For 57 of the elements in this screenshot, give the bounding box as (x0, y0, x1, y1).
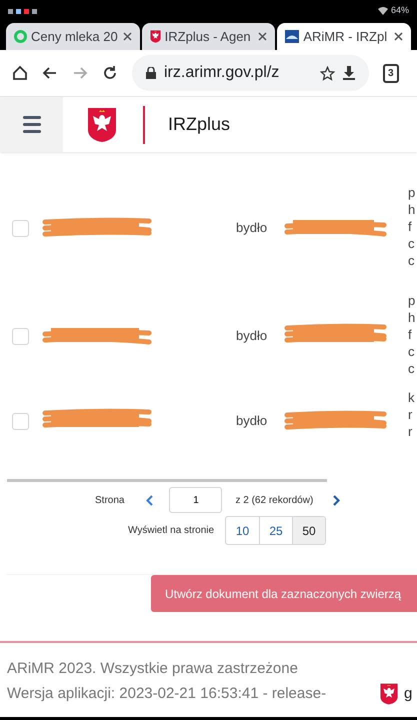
cut-cell-text: c (408, 360, 416, 377)
close-icon[interactable] (394, 32, 404, 41)
site-icon (285, 30, 300, 43)
cut-cell-text: c (408, 252, 416, 269)
cut-cell-text: c (408, 235, 416, 252)
cut-cell-text: h (408, 201, 416, 218)
page-total: z 2 (62 rekordów) (235, 494, 314, 508)
reload-icon[interactable] (102, 65, 118, 81)
cut-cell-text: f (408, 218, 413, 235)
species-cell-text: bydło (236, 327, 268, 346)
menu-button[interactable] (0, 97, 63, 152)
tab-title: IRZplus - Agen (164, 28, 252, 46)
row-checkbox[interactable] (12, 220, 29, 236)
browser-tab[interactable]: Ceny mleka 20 (6, 23, 140, 50)
cut-cell-text: p (408, 292, 416, 309)
cut-cell-text: c (408, 343, 416, 360)
emblem-icon (379, 682, 399, 704)
next-page-icon[interactable] (333, 494, 340, 506)
page-size-option[interactable]: 10 (226, 517, 260, 544)
close-icon[interactable] (122, 32, 132, 41)
star-icon[interactable] (320, 66, 335, 80)
emblem-icon (150, 30, 161, 43)
species-cell-text: bydło (236, 219, 268, 238)
lock-icon (146, 67, 156, 79)
cut-footer-text: g (404, 684, 412, 704)
cut-cell-text: k (408, 389, 416, 406)
browser-tab[interactable]: ARiMR - IRZpl (277, 23, 412, 50)
tab-count[interactable]: 3 (383, 64, 399, 82)
site-icon (14, 30, 27, 43)
tab-title: Ceny mleka 20 (31, 28, 119, 46)
battery-level: 64% (390, 4, 409, 18)
app-title: IRZplus (168, 113, 230, 136)
home-icon[interactable] (12, 65, 28, 81)
copyright-text: ARiMR 2023. Wszystkie prawa zastrzeżone (7, 659, 299, 679)
cut-cell-text: p (408, 184, 416, 201)
species-cell-text: bydło (236, 412, 268, 430)
page-label: Strona (95, 494, 124, 508)
close-icon[interactable] (258, 32, 268, 41)
per-page-label: Wyświetl na stronie (128, 524, 214, 538)
address-field[interactable]: irz.arimr.gov.pl/z (132, 55, 369, 91)
cut-cell-text: r (408, 423, 414, 440)
row-checkbox[interactable] (12, 412, 29, 430)
previous-page-icon[interactable] (146, 494, 154, 506)
version-text: Wersja aplikacji: 2023-02-21 16:53:41 - release- (7, 684, 328, 704)
cut-cell-text: h (408, 309, 416, 326)
emblem-icon (87, 106, 117, 142)
wifi-icon (378, 7, 388, 15)
tab-title: ARiMR - IRZpl (303, 28, 388, 46)
page-field[interactable]: 1 (169, 487, 222, 513)
cut-cell-text: r (408, 406, 414, 423)
page-size-option[interactable]: 50 (292, 517, 326, 544)
download-icon[interactable] (343, 66, 355, 80)
browser-tab[interactable]: IRZplus - Agen (142, 23, 276, 50)
back-arrow-icon[interactable] (42, 65, 58, 81)
url-text: irz.arimr.gov.pl/z (164, 63, 280, 83)
row-checkbox[interactable] (12, 328, 29, 344)
cut-cell-text: f (408, 326, 413, 343)
